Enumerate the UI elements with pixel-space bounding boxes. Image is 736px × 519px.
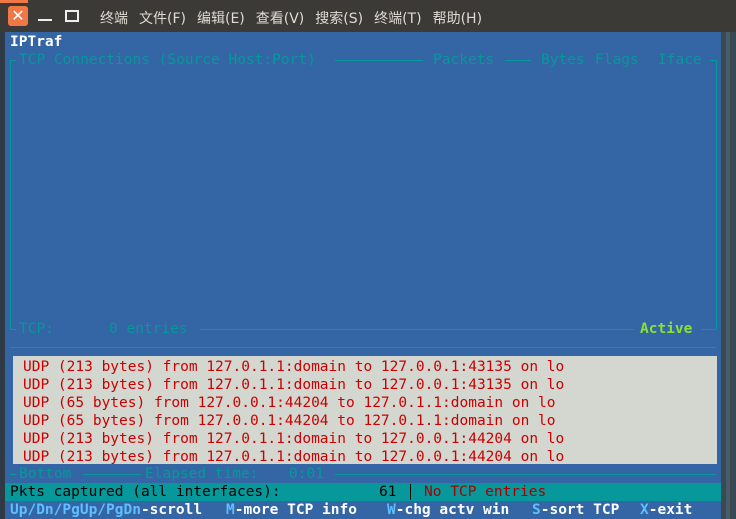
terminal-area[interactable]: IPTraf TCP Connections (Source Host:Port… xyxy=(0,32,736,519)
tcp-header-flags: Flags xyxy=(595,52,639,68)
help-bar: Up/Dn/PgUp/PgDn-scroll M-more TCP info W… xyxy=(5,501,721,519)
help-text-sort: -sort TCP xyxy=(540,502,620,518)
menu-terminal[interactable]: 终端(T) xyxy=(374,8,421,28)
maximize-icon[interactable] xyxy=(61,6,81,26)
help-key-scroll: Up/Dn/PgUp/PgDn xyxy=(10,502,141,518)
menu-terminal-app[interactable]: 终端 xyxy=(100,8,128,28)
minimize-icon[interactable] xyxy=(35,6,55,26)
help-text-scroll: -scroll xyxy=(140,502,203,518)
packets-captured-value: 61 xyxy=(379,484,397,500)
elapsed-label: Elapsed time: xyxy=(145,466,259,482)
udp-line: UDP (65 bytes) from 127.0.0.1:44204 to 1… xyxy=(23,395,556,411)
menu-edit[interactable]: 编辑(E) xyxy=(197,8,245,28)
udp-border-bottom-3 xyxy=(335,474,716,475)
tcp-active-indicator: Active xyxy=(640,321,693,337)
tcp-border-top-3 xyxy=(505,60,531,61)
udp-line: UDP (213 bytes) from 127.0.1.1:domain to… xyxy=(23,431,565,447)
help-text-exit: -exit xyxy=(648,502,693,518)
tcp-header-connections: TCP Connections (Source Host:Port) xyxy=(19,52,316,68)
menu-help[interactable]: 帮助(H) xyxy=(433,8,482,28)
scrollbar-track[interactable] xyxy=(726,32,730,519)
tcp-border-top-2 xyxy=(335,60,423,61)
iptraf-screen: IPTraf TCP Connections (Source Host:Port… xyxy=(5,32,721,519)
help-key-sort: S xyxy=(532,502,541,518)
menu-file[interactable]: 文件(F) xyxy=(139,8,186,28)
tcp-border-bottom-2 xyxy=(200,329,634,330)
udp-line: UDP (213 bytes) from 127.0.1.1:domain to… xyxy=(23,449,565,465)
help-key-exit: X xyxy=(640,502,649,518)
udp-border-bottom xyxy=(10,474,16,475)
menu-view[interactable]: 查看(V) xyxy=(256,8,305,28)
tcp-border-bottom-3 xyxy=(701,329,716,330)
help-key-more: M xyxy=(226,502,235,518)
tcp-header-bytes: Bytes xyxy=(541,52,585,68)
window-titlebar: ✕ 终端 文件(F) 编辑(E) 查看(V) 搜索(S) 终端(T) 帮助(H) xyxy=(0,0,736,32)
menubar: 终端 文件(F) 编辑(E) 查看(V) 搜索(S) 终端(T) 帮助(H) xyxy=(100,8,493,28)
terminal-scrollbar[interactable] xyxy=(721,32,736,519)
tcp-border-right xyxy=(716,60,717,329)
app-title: IPTraf xyxy=(10,34,63,50)
udp-border-top xyxy=(10,347,716,348)
close-icon[interactable]: ✕ xyxy=(8,6,28,26)
tcp-header-packets: Packets xyxy=(433,52,495,68)
udp-line: UDP (213 bytes) from 127.0.1.1:domain to… xyxy=(23,359,565,375)
titlebar-accent xyxy=(0,0,28,3)
menu-search[interactable]: 搜索(S) xyxy=(315,8,363,28)
tcp-status-message: No TCP entries xyxy=(424,484,547,500)
help-key-window: W xyxy=(387,502,396,518)
scroll-position: Bottom xyxy=(19,466,72,482)
packets-captured-label: Pkts captured (all interfaces): xyxy=(10,484,281,500)
status-separator xyxy=(410,484,411,500)
tcp-header-iface: Iface xyxy=(658,52,702,68)
tcp-count-label: TCP: xyxy=(19,321,54,337)
tcp-border-bottom xyxy=(10,329,16,330)
elapsed-value: 0:01 xyxy=(289,466,324,482)
status-bar: Pkts captured (all interfaces): 61 No TC… xyxy=(5,483,721,501)
udp-border-bottom-2 xyxy=(83,474,141,475)
udp-window: UDP (213 bytes) from 127.0.1.1:domain to… xyxy=(13,356,717,465)
help-text-more: -more TCP info xyxy=(234,502,357,518)
udp-line: UDP (65 bytes) from 127.0.0.1:44204 to 1… xyxy=(23,413,556,429)
help-text-window: -chg actv win xyxy=(395,502,510,518)
tcp-count-entries: 0 entries xyxy=(109,321,188,337)
udp-line: UDP (213 bytes) from 127.0.1.1:domain to… xyxy=(23,377,565,393)
tcp-border-left xyxy=(10,60,11,329)
